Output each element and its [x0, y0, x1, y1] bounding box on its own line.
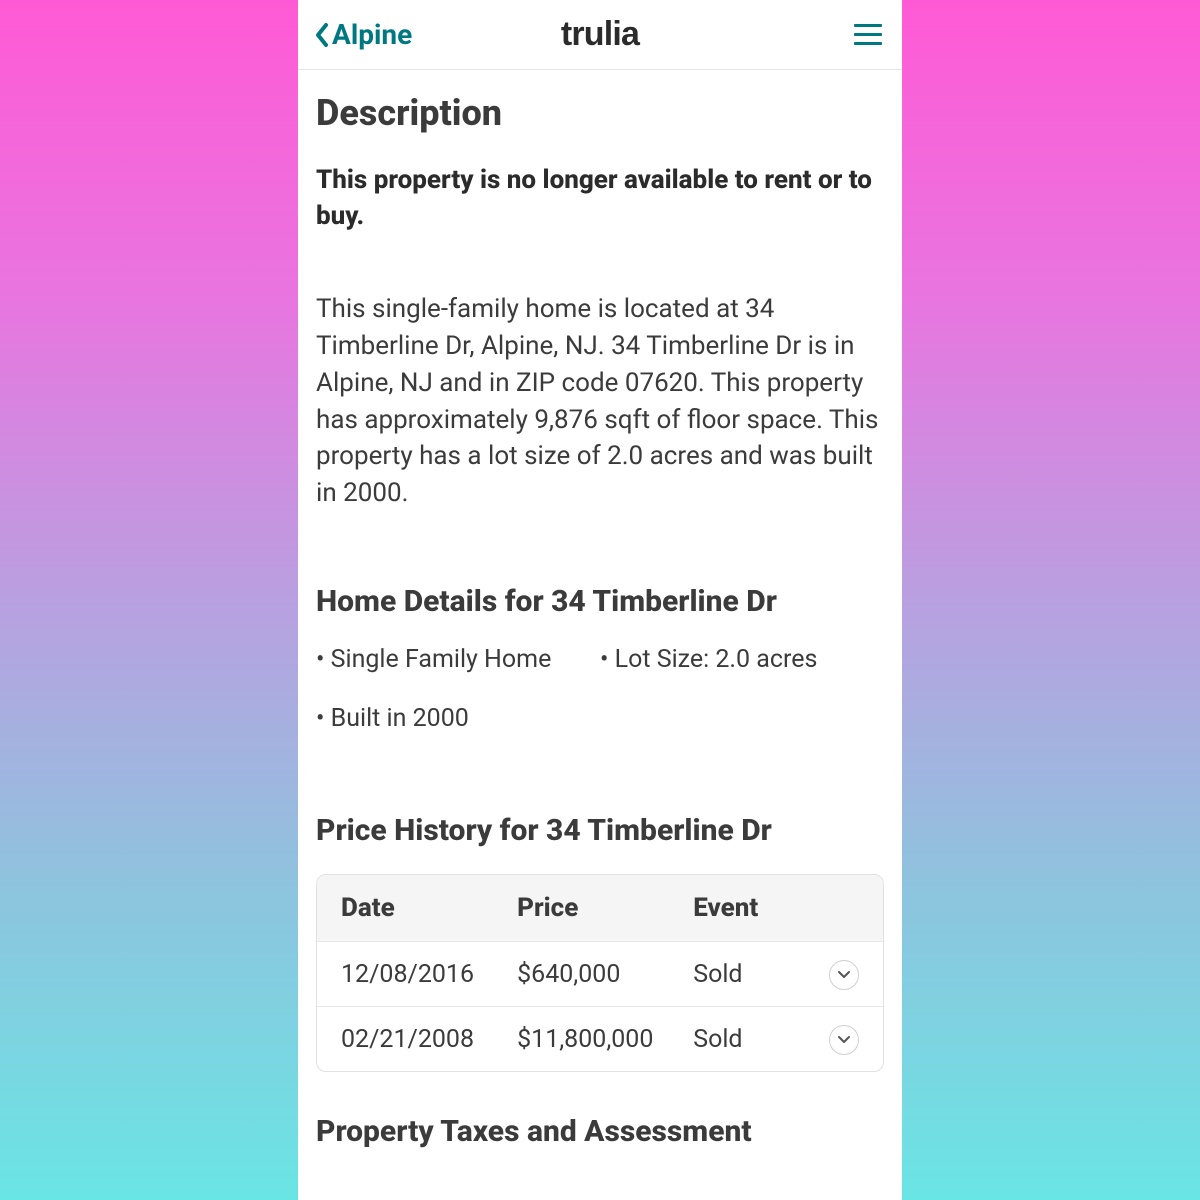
cell-date: 12/08/2016: [341, 960, 517, 989]
hamburger-menu-icon[interactable]: [854, 24, 882, 45]
home-details-list: • Single Family Home • Lot Size: 2.0 acr…: [316, 645, 884, 763]
chevron-down-icon: [837, 1035, 851, 1045]
back-button[interactable]: Alpine: [314, 18, 412, 51]
detail-item: • Single Family Home: [316, 645, 551, 674]
expand-row-button[interactable]: [829, 1025, 859, 1055]
table-row: 02/21/2008 $11,800,000 Sold: [317, 1006, 883, 1071]
table-header-row: Date Price Event: [317, 875, 883, 941]
availability-notice: This property is no longer available to …: [316, 162, 884, 235]
expand-row-button[interactable]: [829, 960, 859, 990]
price-history-table: Date Price Event 12/08/2016 $640,000 Sol…: [316, 874, 884, 1072]
cell-event: Sold: [693, 960, 807, 989]
column-header-price: Price: [517, 893, 693, 923]
app-screen: Alpine trulia Description This property …: [298, 0, 902, 1200]
cell-event: Sold: [693, 1025, 807, 1054]
main-content: Description This property is no longer a…: [298, 70, 902, 1149]
back-label: Alpine: [332, 18, 412, 51]
column-header-event: Event: [693, 893, 807, 923]
description-heading: Description: [316, 92, 884, 134]
cell-price: $11,800,000: [517, 1025, 693, 1054]
chevron-left-icon: [314, 23, 330, 47]
column-header-date: Date: [341, 893, 517, 923]
brand-logo[interactable]: trulia: [561, 15, 639, 54]
detail-item: • Lot Size: 2.0 acres: [600, 645, 817, 674]
taxes-heading: Property Taxes and Assessment: [316, 1114, 884, 1149]
description-body: This single-family home is located at 34…: [316, 291, 884, 512]
table-row: 12/08/2016 $640,000 Sold: [317, 941, 883, 1006]
home-details-heading: Home Details for 34 Timberline Dr: [316, 584, 884, 619]
chevron-down-icon: [837, 970, 851, 980]
price-history-heading: Price History for 34 Timberline Dr: [316, 813, 884, 848]
app-header: Alpine trulia: [298, 0, 902, 70]
cell-date: 02/21/2008: [341, 1025, 517, 1054]
detail-item: • Built in 2000: [316, 704, 469, 733]
cell-price: $640,000: [517, 960, 693, 989]
